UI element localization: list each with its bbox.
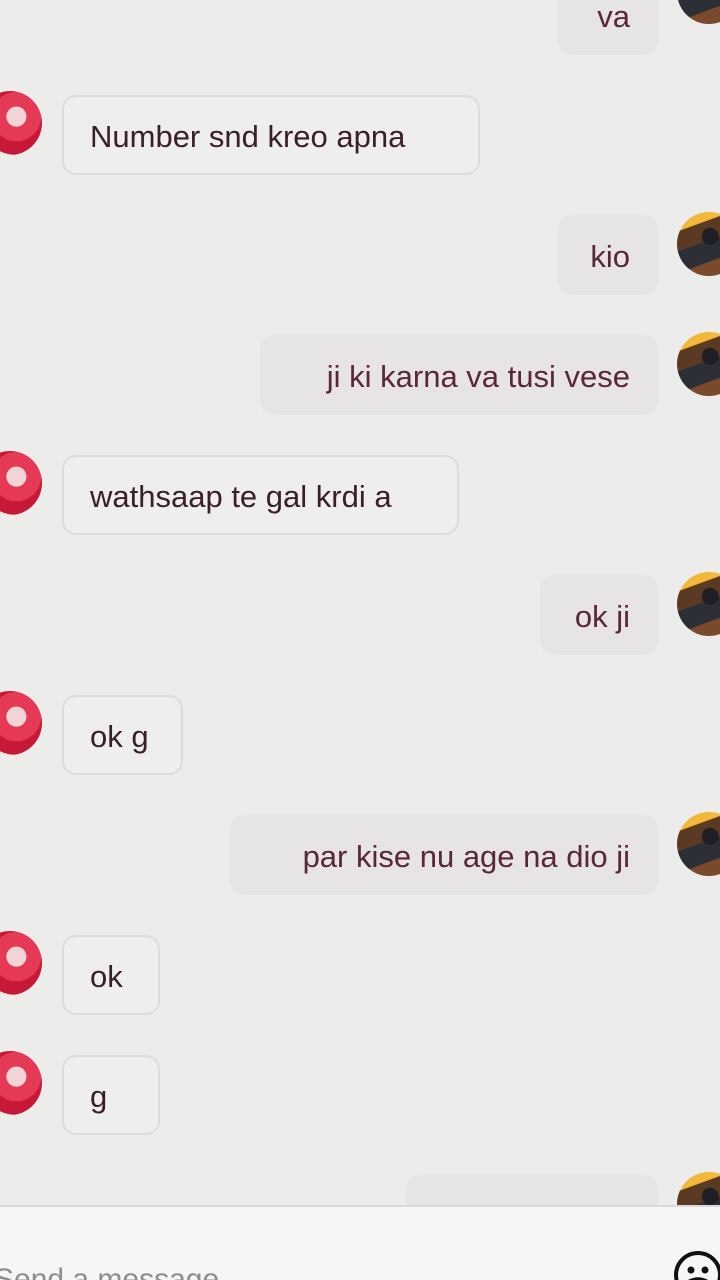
incoming-message-bubble[interactable]: ok — [62, 935, 160, 1015]
my-avatar[interactable] — [677, 572, 720, 636]
incoming-message-bubble[interactable]: wathsaap te gal krdi a — [62, 455, 459, 535]
incoming-message-bubble[interactable]: ok g — [62, 695, 183, 775]
incoming-message-bubble[interactable]: g — [62, 1055, 160, 1135]
emoji-face-icon[interactable] — [672, 1249, 720, 1280]
contact-avatar[interactable] — [0, 1051, 42, 1115]
my-avatar[interactable] — [677, 212, 720, 276]
my-avatar[interactable] — [677, 812, 720, 876]
chat-screen: va Number snd kreo apna kio ji ki karna … — [0, 0, 720, 1280]
outgoing-message-bubble[interactable]: kio — [558, 215, 658, 295]
message-input[interactable] — [0, 1255, 594, 1280]
contact-avatar[interactable] — [0, 91, 42, 155]
outgoing-message-bubble[interactable]: va — [558, 0, 658, 55]
contact-avatar[interactable] — [0, 691, 42, 755]
my-avatar[interactable] — [677, 332, 720, 396]
contact-avatar[interactable] — [0, 451, 42, 515]
outgoing-message-bubble[interactable]: ok ji — [540, 575, 658, 655]
outgoing-message-bubble[interactable]: ji ki karna va tusi vese — [260, 335, 658, 415]
outgoing-message-bubble[interactable]: par kise nu age na dio ji — [230, 815, 658, 895]
message-composer — [0, 1205, 720, 1280]
my-avatar[interactable] — [677, 0, 720, 24]
incoming-message-bubble[interactable]: Number snd kreo apna — [62, 95, 480, 175]
contact-avatar[interactable] — [0, 931, 42, 995]
